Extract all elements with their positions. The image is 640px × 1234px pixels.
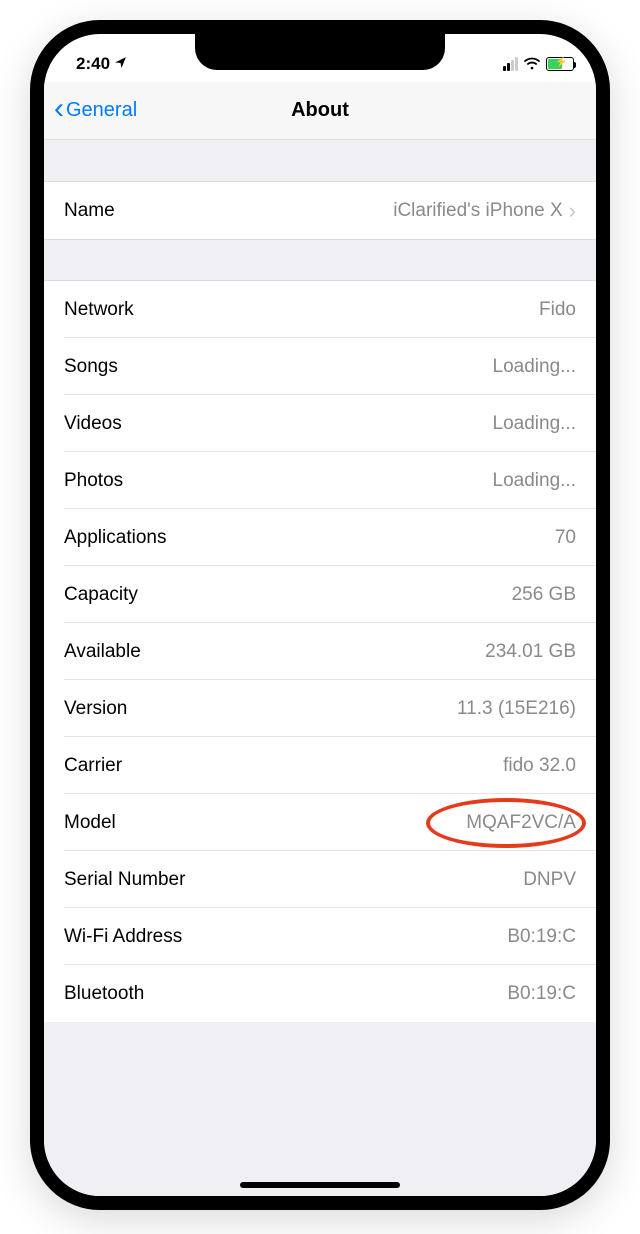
notch	[195, 34, 445, 70]
name-value: iClarified's iPhone X	[393, 200, 562, 222]
row-value: Loading...	[493, 413, 576, 435]
row-label: Available	[64, 641, 141, 663]
row-value: 70	[555, 527, 576, 549]
section-gap	[44, 140, 596, 182]
row-photos[interactable]: Photos Loading...	[44, 452, 596, 509]
row-label: Network	[64, 299, 134, 321]
row-capacity[interactable]: Capacity 256 GB	[44, 566, 596, 623]
status-right: ⚡	[503, 57, 574, 71]
row-value: MQAF2VC/A	[466, 812, 576, 834]
name-section: Name iClarified's iPhone X ›	[44, 182, 596, 239]
row-label: Applications	[64, 527, 166, 549]
row-value: DNPV	[523, 869, 576, 891]
row-label: Wi-Fi Address	[64, 926, 182, 948]
row-label: Model	[64, 812, 116, 834]
content-scroll[interactable]: Name iClarified's iPhone X › Network Fido…	[44, 140, 596, 1196]
nav-bar: ‹ General About	[44, 82, 596, 140]
device-frame: 2:40 ⚡ ‹ General About	[30, 20, 610, 1210]
row-value: Loading...	[493, 470, 576, 492]
row-value: 256 GB	[512, 584, 576, 606]
row-label: Songs	[64, 356, 118, 378]
row-value: B0:19:C	[507, 926, 576, 948]
row-carrier[interactable]: Carrier fido 32.0	[44, 737, 596, 794]
row-label: Name	[64, 200, 115, 222]
nav-back-label: General	[66, 99, 137, 122]
row-name[interactable]: Name iClarified's iPhone X ›	[44, 182, 596, 239]
location-arrow-icon	[114, 56, 127, 72]
status-time: 2:40	[76, 54, 110, 74]
row-label: Photos	[64, 470, 123, 492]
cellular-signal-icon	[503, 57, 518, 71]
row-applications[interactable]: Applications 70	[44, 509, 596, 566]
row-bluetooth[interactable]: Bluetooth B0:19:C	[44, 965, 596, 1022]
chevron-left-icon: ‹	[54, 94, 64, 124]
row-label: Capacity	[64, 584, 138, 606]
row-label: Serial Number	[64, 869, 185, 891]
row-label: Carrier	[64, 755, 122, 777]
row-available[interactable]: Available 234.01 GB	[44, 623, 596, 680]
row-label: Version	[64, 698, 127, 720]
row-value: fido 32.0	[503, 755, 576, 777]
row-serial-number[interactable]: Serial Number DNPV	[44, 851, 596, 908]
row-value: Loading...	[493, 356, 576, 378]
row-value: B0:19:C	[507, 983, 576, 1005]
battery-charging-icon: ⚡	[546, 57, 574, 71]
nav-back-button[interactable]: ‹ General	[44, 97, 137, 124]
row-model[interactable]: Model MQAF2VC/A	[44, 794, 596, 851]
home-indicator[interactable]	[240, 1182, 400, 1188]
chevron-right-icon: ›	[569, 198, 576, 224]
row-label: Videos	[64, 413, 122, 435]
row-label: Bluetooth	[64, 983, 144, 1005]
row-value: iClarified's iPhone X ›	[393, 198, 576, 224]
section-gap	[44, 239, 596, 281]
row-network[interactable]: Network Fido	[44, 281, 596, 338]
details-section: Network Fido Songs Loading... Videos Loading.…	[44, 281, 596, 1022]
wifi-icon	[523, 57, 541, 71]
row-version[interactable]: Version 11.3 (15E216)	[44, 680, 596, 737]
row-value: 11.3 (15E216)	[457, 698, 576, 720]
row-wi-fi-address[interactable]: Wi-Fi Address B0:19:C	[44, 908, 596, 965]
row-videos[interactable]: Videos Loading...	[44, 395, 596, 452]
status-left: 2:40	[76, 54, 127, 74]
row-value: 234.01 GB	[485, 641, 576, 663]
row-value: Fido	[539, 299, 576, 321]
row-songs[interactable]: Songs Loading...	[44, 338, 596, 395]
